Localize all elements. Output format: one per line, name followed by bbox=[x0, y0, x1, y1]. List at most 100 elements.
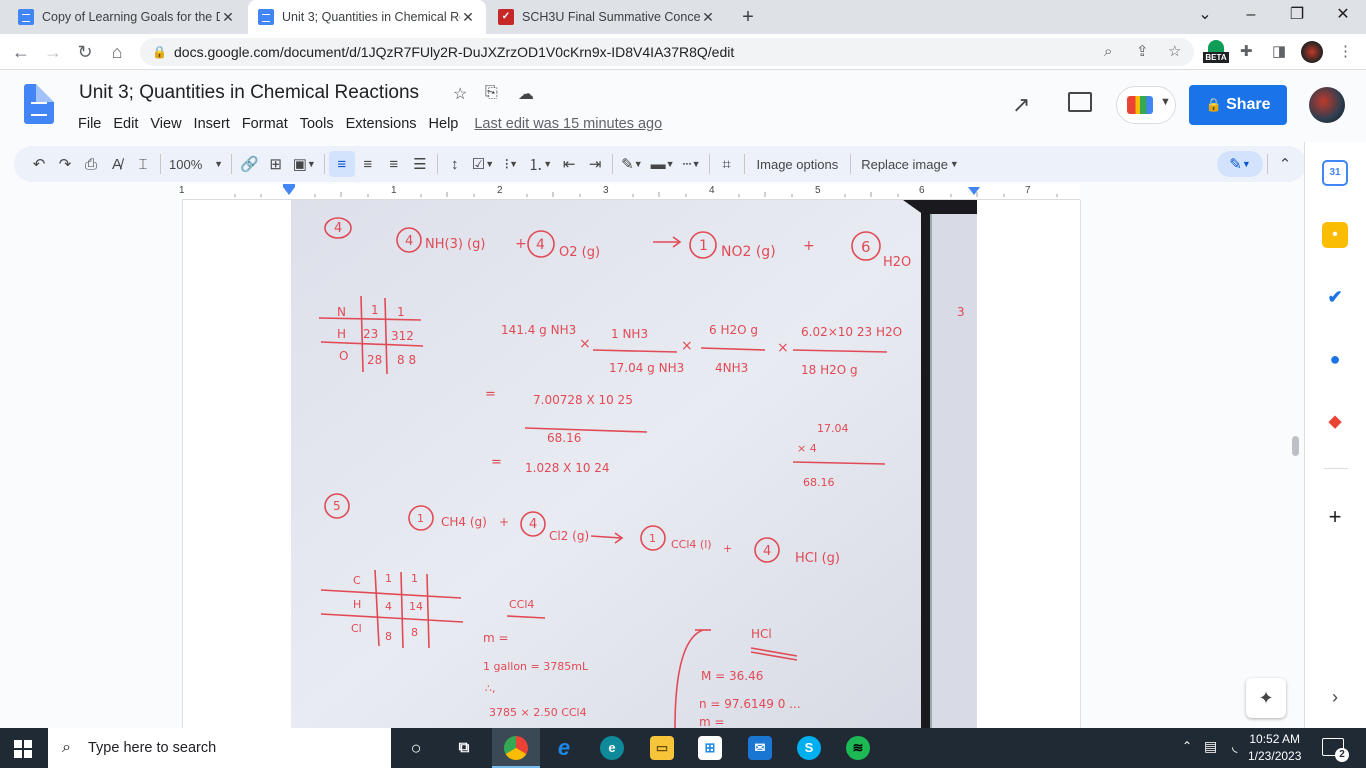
tab-search-icon[interactable]: ⌄ bbox=[1182, 0, 1228, 30]
new-tab-button[interactable]: + bbox=[738, 4, 758, 30]
ruler-track[interactable] bbox=[182, 184, 1080, 200]
more-menu-icon[interactable]: ⋮ bbox=[1338, 42, 1353, 62]
menu-view[interactable]: View bbox=[144, 116, 187, 136]
expand-panel-icon[interactable]: › bbox=[1322, 684, 1348, 710]
border-weight-icon[interactable]: ▬ ▼ bbox=[647, 151, 679, 177]
meet-button[interactable]: ▼ bbox=[1116, 86, 1176, 124]
taskbar-chrome-button[interactable] bbox=[492, 728, 540, 768]
last-edit-link[interactable]: Last edit was 15 minutes ago bbox=[474, 116, 662, 136]
crop-icon[interactable]: ⌗ bbox=[714, 151, 740, 177]
spellcheck-icon[interactable]: A̸ bbox=[104, 151, 130, 177]
maps-icon[interactable]: ⬥ bbox=[1322, 408, 1348, 434]
keep-icon[interactable]: • bbox=[1322, 222, 1348, 248]
edge-icon[interactable]: e bbox=[600, 736, 624, 760]
numbered-list-icon[interactable]: ⒈ ▼ bbox=[524, 151, 556, 177]
insert-image-icon[interactable]: ▣ ▼ bbox=[289, 151, 320, 177]
browser-tab-learning-goals[interactable]: Copy of Learning Goals for the D ✕ bbox=[8, 0, 246, 34]
align-right-icon[interactable]: ≡ bbox=[381, 151, 407, 177]
document-title[interactable]: Unit 3; Quantities in Chemical Reactions bbox=[79, 82, 419, 104]
taskbar-clock[interactable]: 10:52 AM 1/23/2023 bbox=[1248, 731, 1301, 765]
handwritten-notes-image[interactable]: 4 4 NH(3) (g) + 4 O2 (g) 1 NO2 (g) + 6 H… bbox=[291, 200, 977, 728]
replace-image-button[interactable]: Replace image ▼ bbox=[855, 151, 965, 177]
star-icon[interactable]: ☆ bbox=[453, 84, 467, 104]
taskbar-search-input[interactable]: ⌕ Type here to search bbox=[48, 728, 391, 768]
zoom-select[interactable]: 100% ▼ bbox=[165, 151, 227, 177]
bulleted-list-icon[interactable]: ⁝ ▼ bbox=[498, 151, 524, 177]
add-comment-icon[interactable]: ⊞ bbox=[263, 151, 289, 177]
bookmark-star-icon[interactable]: ☆ bbox=[1168, 42, 1181, 62]
hide-menus-icon[interactable]: ⌃ bbox=[1272, 151, 1298, 177]
close-icon[interactable]: ✕ bbox=[700, 9, 716, 26]
menu-extensions[interactable]: Extensions bbox=[340, 116, 423, 136]
tasks-icon[interactable]: ✔ bbox=[1322, 284, 1348, 310]
internet-explorer-icon[interactable]: e bbox=[552, 736, 576, 760]
notification-center-icon[interactable]: 2 bbox=[1322, 738, 1349, 762]
docs-logo-icon[interactable] bbox=[24, 84, 54, 124]
address-bar[interactable]: 🔒 docs.google.com/document/d/1JQzR7FUly2… bbox=[140, 38, 1194, 66]
minimize-icon[interactable]: – bbox=[1228, 0, 1274, 30]
undo-icon[interactable]: ↶ bbox=[26, 151, 52, 177]
file-explorer-icon[interactable]: ▭ bbox=[650, 736, 674, 760]
activity-trend-icon[interactable]: ↗ bbox=[1012, 92, 1030, 118]
wifi-icon[interactable]: ◟ bbox=[1232, 738, 1237, 755]
link-icon[interactable]: 🔗 bbox=[236, 151, 263, 177]
home-icon[interactable]: ⌂ bbox=[104, 39, 130, 65]
border-dash-icon[interactable]: ┄ ▼ bbox=[679, 151, 705, 177]
align-center-icon[interactable]: ≡ bbox=[355, 151, 381, 177]
checklist-icon[interactable]: ☑ ▼ bbox=[468, 151, 498, 177]
extensions-puzzle-icon[interactable]: ✚ bbox=[1240, 42, 1253, 62]
forward-icon[interactable]: → bbox=[40, 39, 66, 65]
profile-avatar[interactable] bbox=[1301, 41, 1323, 63]
redo-icon[interactable]: ↷ bbox=[52, 151, 78, 177]
microsoft-store-icon[interactable]: ⊞ bbox=[698, 736, 722, 760]
print-icon[interactable]: ⎙ bbox=[78, 151, 104, 177]
border-color-icon[interactable]: ✎ ▼ bbox=[617, 151, 647, 177]
menu-format[interactable]: Format bbox=[236, 116, 294, 136]
close-icon[interactable]: ✕ bbox=[220, 9, 236, 26]
editing-mode-button[interactable]: ✎ ▼ bbox=[1217, 151, 1263, 177]
extension-beta-icon[interactable]: BETA bbox=[1203, 40, 1229, 66]
skype-icon[interactable]: S bbox=[797, 736, 821, 760]
move-folder-icon[interactable]: ⎘ bbox=[485, 84, 498, 102]
menu-tools[interactable]: Tools bbox=[294, 116, 340, 136]
contacts-icon[interactable]: ● bbox=[1322, 346, 1348, 372]
cloud-saved-icon[interactable]: ☁ bbox=[518, 84, 534, 104]
browser-tab-sch3u[interactable]: ✓ SCH3U Final Summative Concept ✕ bbox=[488, 0, 726, 34]
scrollbar-thumb[interactable] bbox=[1292, 436, 1299, 456]
explore-button[interactable]: ✦ bbox=[1246, 678, 1286, 718]
share-page-icon[interactable]: ⇪ bbox=[1136, 42, 1149, 62]
browser-tab-unit-3[interactable]: Unit 3; Quantities in Chemical Re ✕ bbox=[248, 0, 486, 34]
side-panel-icon[interactable]: ◨ bbox=[1272, 42, 1286, 62]
add-addon-icon[interactable]: + bbox=[1322, 504, 1348, 530]
align-left-icon[interactable]: ≡ bbox=[328, 151, 355, 177]
q4-frac2-top: 6 H2O g bbox=[709, 323, 758, 337]
menu-help[interactable]: Help bbox=[423, 116, 465, 136]
menu-edit[interactable]: Edit bbox=[107, 116, 144, 136]
image-options-button[interactable]: Image options bbox=[749, 151, 847, 177]
tray-app-icon[interactable]: ▤ bbox=[1204, 738, 1217, 755]
mail-icon[interactable]: ✉ bbox=[748, 736, 772, 760]
tray-chevron-icon[interactable]: ⌃ bbox=[1182, 739, 1192, 753]
close-icon[interactable]: ✕ bbox=[460, 9, 476, 26]
back-icon[interactable]: ← bbox=[8, 39, 34, 65]
close-window-icon[interactable]: ✕ bbox=[1320, 0, 1366, 30]
account-avatar[interactable] bbox=[1309, 87, 1345, 123]
line-spacing-icon[interactable]: ↕ bbox=[442, 151, 468, 177]
align-justify-icon[interactable]: ☰ bbox=[407, 151, 433, 177]
q4-table-cell: O bbox=[339, 349, 348, 363]
zoom-icon[interactable]: ⌕ bbox=[1104, 42, 1112, 62]
task-view-icon[interactable]: ⧉ bbox=[452, 736, 476, 760]
calendar-icon[interactable]: 31 bbox=[1322, 160, 1348, 186]
restore-icon[interactable]: ❐ bbox=[1274, 0, 1320, 30]
menu-file[interactable]: File bbox=[72, 116, 107, 136]
windows-start-icon[interactable] bbox=[14, 740, 32, 758]
decrease-indent-icon[interactable]: ⇤ bbox=[556, 151, 582, 177]
menu-insert[interactable]: Insert bbox=[188, 116, 236, 136]
comments-icon[interactable] bbox=[1068, 92, 1092, 112]
increase-indent-icon[interactable]: ⇥ bbox=[582, 151, 608, 177]
cortana-icon[interactable]: ○ bbox=[404, 736, 428, 760]
spotify-icon[interactable]: ≋ bbox=[846, 736, 870, 760]
paint-format-icon[interactable]: ⌶ bbox=[130, 151, 156, 177]
reload-icon[interactable]: ↻ bbox=[72, 39, 98, 65]
share-button[interactable]: 🔒 Share bbox=[1189, 85, 1287, 125]
